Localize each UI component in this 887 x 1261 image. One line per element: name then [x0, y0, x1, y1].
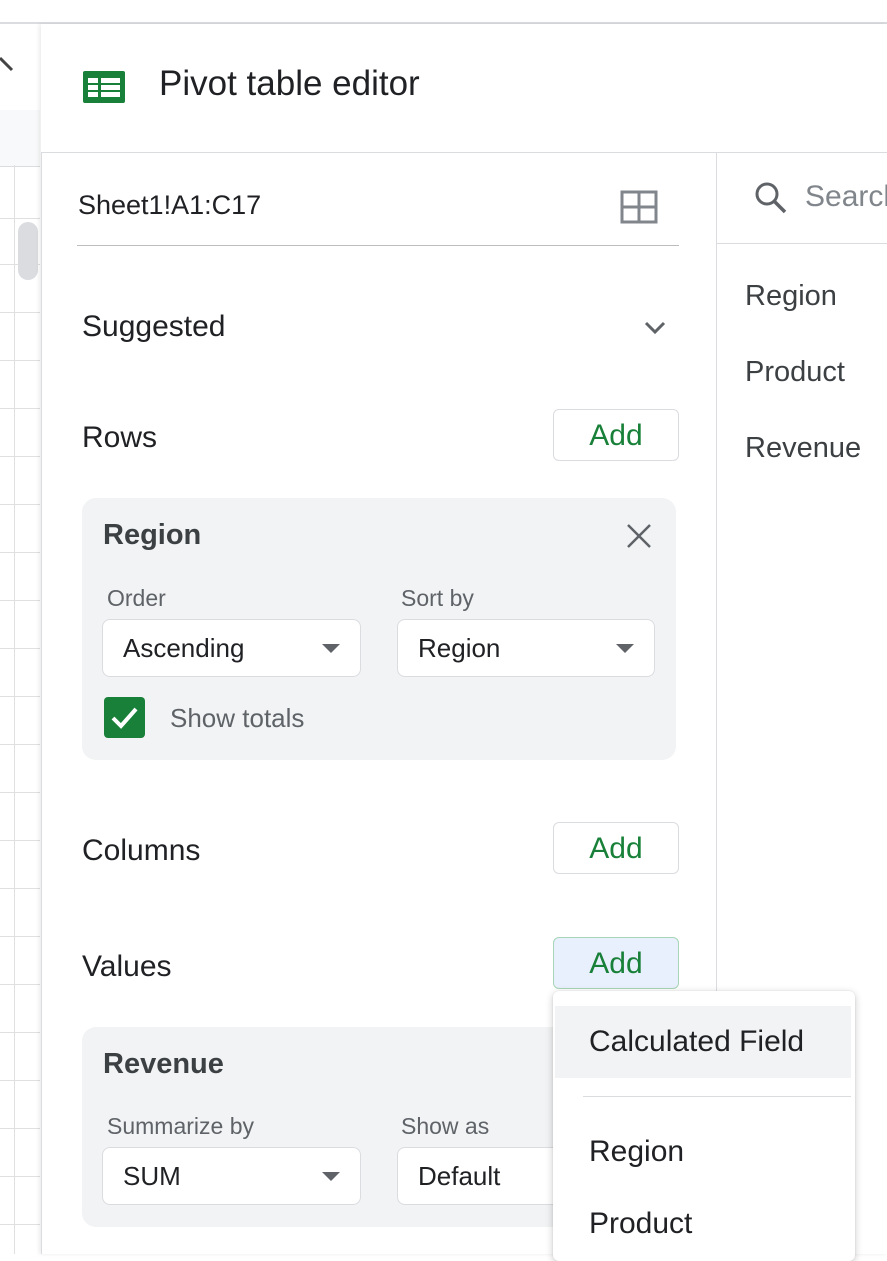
sortby-label: Sort by — [401, 585, 474, 611]
search-underline — [717, 243, 887, 244]
grid-line — [14, 165, 15, 1254]
close-icon[interactable] — [624, 521, 654, 551]
search-icon[interactable] — [754, 181, 788, 215]
select-range-grid-icon[interactable] — [620, 190, 658, 224]
spreadsheet-strip — [0, 24, 40, 1254]
dropdown-caret-icon — [322, 1172, 340, 1181]
sortby-select[interactable]: Region — [397, 619, 655, 677]
suggested-section-label[interactable]: Suggested — [82, 310, 225, 344]
column-header-cell — [0, 110, 40, 167]
data-range-field[interactable]: Sheet1!A1:C17 — [78, 190, 261, 221]
order-select-value: Ascending — [123, 633, 245, 663]
sheet-top-bar — [0, 0, 887, 24]
column-divider — [716, 153, 717, 993]
summarize-select[interactable]: SUM — [102, 1147, 361, 1205]
values-card-title: Revenue — [103, 1048, 224, 1080]
rows-card-title: Region — [103, 519, 202, 551]
showas-label: Show as — [401, 1113, 490, 1139]
field-item-revenue[interactable]: Revenue — [745, 432, 861, 465]
summarize-select-value: SUM — [123, 1161, 181, 1191]
show-totals-checkbox[interactable] — [104, 697, 145, 738]
check-icon — [111, 707, 138, 729]
field-item-product[interactable]: Product — [745, 356, 845, 389]
order-label: Order — [107, 585, 166, 611]
field-search-input[interactable]: Search — [805, 180, 887, 214]
menu-item-calculated-field[interactable]: Calculated Field — [589, 1025, 804, 1059]
sheets-logo-icon — [83, 71, 125, 103]
field-item-region[interactable]: Region — [745, 280, 837, 313]
rows-section-label: Rows — [82, 421, 158, 454]
values-add-button[interactable]: Add — [553, 937, 679, 989]
vertical-scrollbar[interactable] — [18, 222, 38, 280]
values-section-label: Values — [82, 950, 172, 983]
menu-item-product[interactable]: Product — [589, 1207, 692, 1241]
menu-item-region[interactable]: Region — [589, 1135, 684, 1169]
dropdown-caret-icon — [322, 644, 340, 653]
menu-separator — [583, 1096, 851, 1097]
dropdown-caret-icon — [616, 644, 634, 653]
summarize-label: Summarize by — [107, 1113, 254, 1139]
columns-add-button[interactable]: Add — [553, 822, 679, 874]
page-title: Pivot table editor — [159, 64, 420, 103]
columns-section-label: Columns — [82, 834, 201, 867]
showas-select-value: Default — [418, 1161, 501, 1191]
rows-add-button[interactable]: Add — [553, 409, 679, 461]
order-select[interactable]: Ascending — [102, 619, 361, 677]
show-totals-label: Show totals — [170, 703, 305, 733]
range-underline — [77, 245, 679, 246]
chevron-down-icon[interactable] — [640, 312, 670, 342]
collapse-arrow-icon[interactable] — [0, 54, 18, 78]
sortby-select-value: Region — [418, 633, 501, 663]
